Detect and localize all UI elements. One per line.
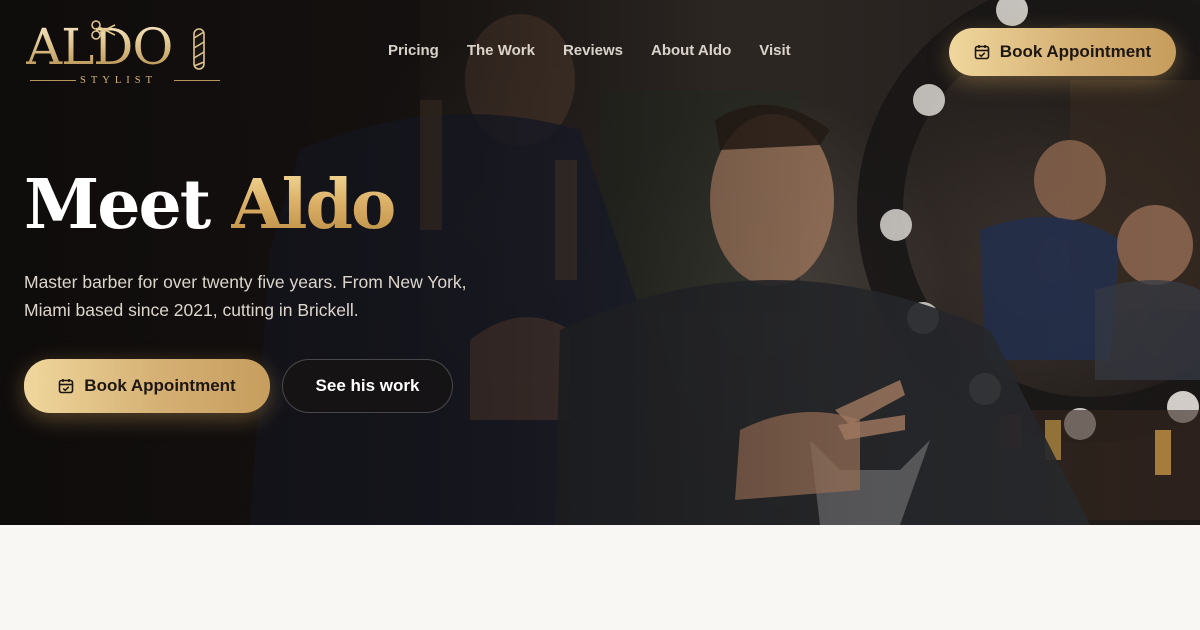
book-appointment-button-header[interactable]: Book Appointment [949,28,1176,76]
scissors-icon [91,20,116,40]
logo-rule-left [30,80,76,81]
logo-rule-right [174,80,220,81]
calendar-icon [974,45,990,60]
hero-title-plain: Meet [24,165,211,245]
nav-link-reviews[interactable]: Reviews [563,40,623,62]
hero-section: ALDO STYLIST Pricing The Work Reviews Ab… [0,0,1200,525]
hero-title: Meet Aldo [24,160,396,250]
hero-title-accent: Aldo [230,165,396,245]
calendar-icon [58,379,74,394]
book-appointment-button[interactable]: Book Appointment [24,359,270,413]
barber-pole-icon [193,28,205,70]
nav-link-pricing[interactable]: Pricing [388,40,439,62]
see-his-work-button[interactable]: See his work [282,359,453,413]
book-appointment-label: Book Appointment [84,376,236,395]
hero-subtitle: Master barber for over twenty five years… [24,268,484,324]
hero-subtitle-line: Miami based since 2021, cutting in Brick… [24,300,359,320]
brand-logo[interactable]: ALDO STYLIST [26,16,226,90]
nav-link-visit[interactable]: Visit [759,40,790,62]
nav-link-the-work[interactable]: The Work [467,40,535,62]
logo-tagline: STYLIST [80,75,157,86]
main-nav: Pricing The Work Reviews About Aldo Visi… [388,40,791,62]
see-his-work-label: See his work [315,376,420,395]
nav-link-about-aldo[interactable]: About Aldo [651,40,731,62]
hero-subtitle-line: Master barber for over twenty five years… [24,272,467,292]
book-appointment-label: Book Appointment [999,42,1152,61]
